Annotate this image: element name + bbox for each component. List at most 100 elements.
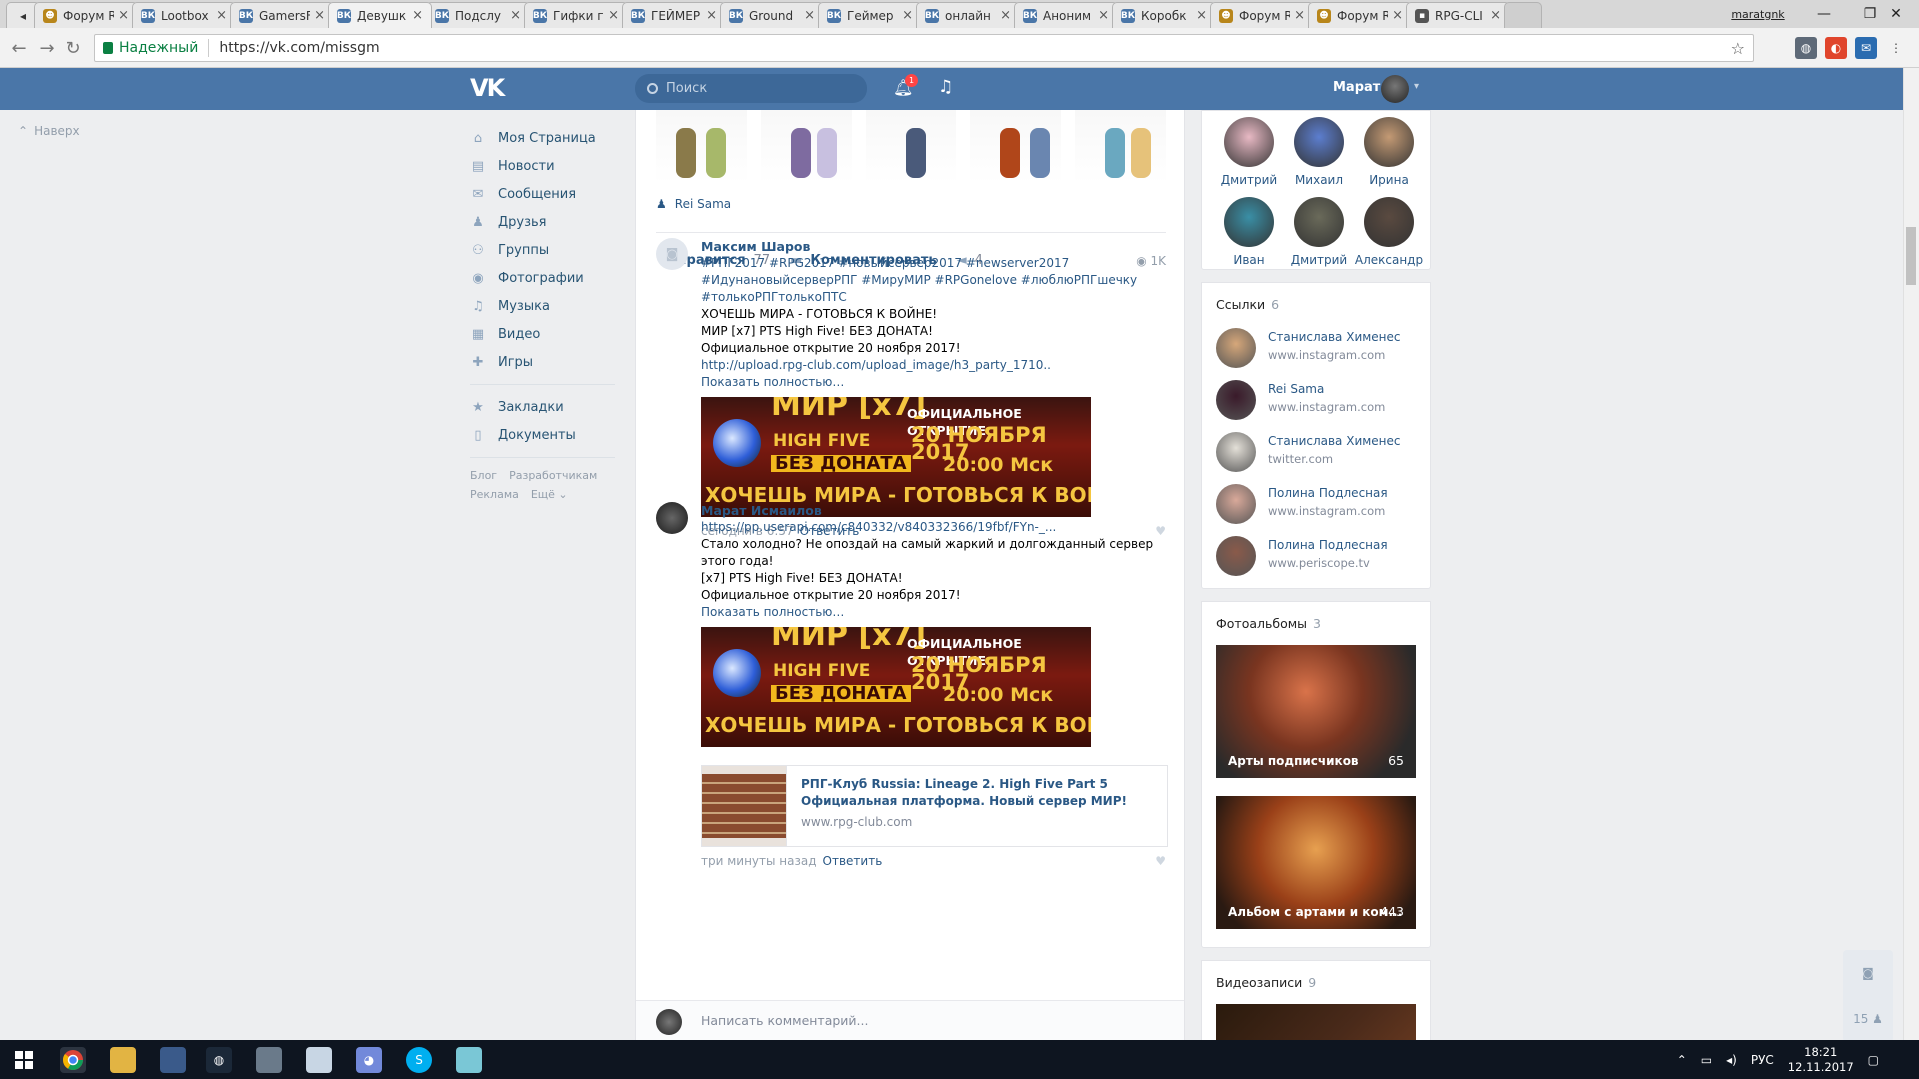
extension-icon[interactable]: ◐ (1825, 37, 1847, 59)
camera-icon[interactable]: ◙ (1862, 966, 1874, 980)
scroll-to-top-button[interactable]: ⌃ Наверх (18, 124, 80, 138)
close-tab-icon[interactable]: × (1392, 8, 1403, 23)
close-tab-icon[interactable]: × (510, 8, 521, 23)
page-scrollbar[interactable] (1903, 68, 1919, 1040)
browser-tab[interactable]: ВК Девушк × (328, 2, 432, 28)
link-item[interactable]: Станислава Хименес www.instagram.com (1202, 322, 1430, 374)
extension-icon[interactable]: ◍ (1795, 37, 1817, 59)
album-thumb[interactable]: Альбом с артами и ком... 443 (1216, 796, 1416, 929)
browser-tab[interactable]: ВК Аноним × (1014, 2, 1118, 28)
chevron-down-icon[interactable]: ▾ (1414, 81, 1419, 92)
close-tab-icon[interactable]: × (608, 8, 619, 23)
promo-banner[interactable]: МИР [x7] HIGH FIVE БЕЗ ДОНАТА ОФИЦИАЛЬНО… (701, 627, 1091, 747)
app-icon[interactable] (160, 1047, 186, 1073)
footer-link[interactable]: Разработчикам (509, 469, 597, 482)
comment-author[interactable]: Марат Исмаилов (701, 502, 1166, 519)
sidebar-item[interactable]: ♟ Друзья (470, 208, 620, 236)
album-thumb[interactable]: Арты подписчиков 65 (1216, 645, 1416, 778)
music-note-icon[interactable]: ♫ (938, 77, 953, 97)
browser-tab[interactable]: ▪ RPG-CLI × (1406, 2, 1510, 28)
browser-tab[interactable]: ВК Подслу × (426, 2, 530, 28)
close-tab-icon[interactable]: × (902, 8, 913, 23)
sidebar-item[interactable]: ⌂ Моя Страница (470, 124, 620, 152)
close-window-button[interactable]: ✕ (1873, 0, 1919, 28)
close-tab-icon[interactable]: × (1490, 8, 1501, 23)
minimize-button[interactable]: — (1801, 0, 1847, 28)
close-tab-icon[interactable]: × (1196, 8, 1207, 23)
app-icon[interactable] (256, 1047, 282, 1073)
footer-link[interactable]: Реклама (470, 488, 519, 501)
chrome-icon[interactable] (60, 1047, 86, 1073)
browser-tab[interactable]: ☻ Форум R × (1210, 2, 1314, 28)
menu-icon[interactable]: ⋮ (1885, 37, 1907, 59)
back-button[interactable]: ← (8, 37, 30, 59)
browser-tab[interactable]: ☻ Форум R × (1308, 2, 1412, 28)
footer-link[interactable]: Ещё ⌄ (531, 488, 568, 501)
promo-banner[interactable]: МИР [x7] HIGH FIVE БЕЗ ДОНАТА ОФИЦИАЛЬНО… (701, 397, 1091, 517)
videos-header[interactable]: Видеозаписи 9 (1202, 961, 1430, 1000)
language-indicator[interactable]: РУС (1751, 1053, 1774, 1067)
close-tab-icon[interactable]: × (314, 8, 325, 23)
browser-tab[interactable]: ВК онлайн × (916, 2, 1020, 28)
floating-widget[interactable]: ◙ 15 ♟ (1843, 950, 1893, 1042)
link-item[interactable]: Полина Подлесная www.periscope.tv (1202, 530, 1430, 582)
close-tab-icon[interactable]: × (1000, 8, 1011, 23)
sidebar-item[interactable]: ♫ Музыка (470, 292, 620, 320)
close-tab-icon[interactable]: × (118, 8, 129, 23)
volume-icon[interactable]: ◂) (1726, 1053, 1737, 1067)
post-author[interactable]: ♟ Rei Sama (656, 197, 731, 211)
friend-item[interactable]: Дмитрий (1214, 117, 1284, 187)
forward-button[interactable]: → (36, 37, 58, 59)
heart-icon[interactable]: ♥ (1155, 853, 1166, 870)
friend-item[interactable]: Михаил (1284, 117, 1354, 187)
albums-header[interactable]: Фотоальбомы 3 (1202, 602, 1430, 641)
secure-indicator[interactable]: Надежный (103, 40, 198, 56)
user-name[interactable]: Марат (1333, 80, 1380, 95)
avatar[interactable] (1381, 75, 1409, 103)
reload-button[interactable]: ↻ (62, 37, 84, 59)
notepad-icon[interactable] (306, 1047, 332, 1073)
windows-start-icon[interactable] (0, 1040, 48, 1079)
profile-name[interactable]: maratgnk (1722, 4, 1794, 24)
post-image[interactable] (1075, 110, 1166, 184)
comment-input[interactable]: Написать комментарий... (701, 1013, 868, 1028)
sidebar-item[interactable]: ◉ Фотографии (470, 264, 620, 292)
url-text[interactable]: https://vk.com/missgm (219, 40, 379, 56)
sidebar-item[interactable]: ▤ Новости (470, 152, 620, 180)
camera-avatar-icon[interactable]: ◙ (656, 238, 688, 270)
sidebar-item[interactable]: ⚇ Группы (470, 236, 620, 264)
app-icon[interactable] (456, 1047, 482, 1073)
post-image[interactable] (970, 110, 1062, 184)
close-tab-icon[interactable]: × (412, 8, 423, 23)
link-snippet[interactable]: РПГ-Клуб Russia: Lineage 2. High Five Pa… (701, 765, 1168, 847)
comment-link[interactable]: http://upload.rpg-club.com/upload_image/… (701, 357, 1166, 374)
browser-tab[interactable]: ВК Lootbox × (132, 2, 236, 28)
comment-author[interactable]: Максим Шаров (701, 238, 1166, 255)
chevron-up-icon[interactable]: ⌃ (1677, 1053, 1687, 1067)
discord-icon[interactable]: ◕ (356, 1047, 382, 1073)
folder-icon[interactable] (110, 1047, 136, 1073)
bookmark-star-icon[interactable]: ☆ (1731, 39, 1745, 58)
scrollbar-thumb[interactable] (1906, 227, 1916, 285)
post-image-strip[interactable] (656, 110, 1166, 184)
links-header[interactable]: Ссылки 6 (1202, 283, 1430, 322)
comment-link[interactable]: https://pp.userapi.com/c840332/v84033236… (701, 519, 1166, 536)
post-image[interactable] (656, 110, 747, 184)
friend-item[interactable]: Дмитрий (1284, 197, 1354, 267)
browser-tab[interactable]: ВК ГЕЙМЕР × (622, 2, 726, 28)
address-bar[interactable]: Надежный https://vk.com/missgm ☆ (94, 34, 1754, 62)
sidebar-item[interactable]: ▦ Видео (470, 320, 620, 348)
notifications-icon[interactable]: ▢ (1868, 1053, 1879, 1067)
post-image[interactable] (865, 110, 957, 184)
sidebar-item[interactable]: ★ Закладки (470, 393, 620, 421)
sidebar-item[interactable]: ✉ Сообщения (470, 180, 620, 208)
close-tab-icon[interactable]: × (706, 8, 717, 23)
write-comment-bar[interactable]: Написать комментарий... (636, 1000, 1184, 1040)
close-tab-icon[interactable]: × (804, 8, 815, 23)
link-item[interactable]: Rei Sama www.instagram.com (1202, 374, 1430, 426)
footer-link[interactable]: Блог (470, 469, 497, 482)
new-tab-button[interactable] (1504, 2, 1542, 28)
close-tab-icon[interactable]: × (216, 8, 227, 23)
browser-tab[interactable]: ВК GamersF × (230, 2, 334, 28)
link-item[interactable]: Станислава Хименес twitter.com (1202, 426, 1430, 478)
